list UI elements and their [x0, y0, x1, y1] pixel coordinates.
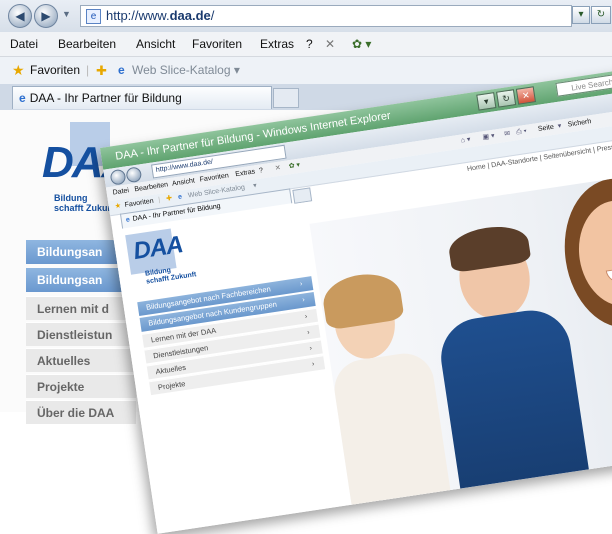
new-tab-button[interactable] — [273, 88, 299, 108]
history-dropdown-icon[interactable]: ▼ — [62, 9, 71, 19]
favorites-bar: ★ Favoriten | ✚ e Web Slice-Katalog ▾ — [0, 57, 612, 85]
fg-webslice-page-icon: e — [177, 193, 183, 201]
forward-button[interactable]: ▶ — [34, 4, 58, 28]
foreground-browser-window: DAA - Ihr Partner für Bildung - Windows … — [100, 65, 612, 534]
add-favorite-icon[interactable]: ✚ — [96, 57, 107, 84]
nav-ueber[interactable]: Über die DAA — [26, 400, 136, 424]
webslice-label: Web Slice-Katalog — [132, 63, 231, 77]
chevron-right-icon: › — [299, 280, 303, 288]
url-suffix: / — [210, 8, 215, 23]
fg-daa-logo[interactable]: DAA — [132, 231, 185, 266]
menu-favoriten[interactable]: Favoriten — [192, 32, 242, 56]
ie-icon: e — [19, 91, 26, 105]
back-button[interactable]: ◀ — [8, 4, 32, 28]
menu-datei[interactable]: Datei — [10, 32, 38, 56]
chevron-right-icon: › — [309, 344, 313, 353]
menu-ansicht[interactable]: Ansicht — [136, 32, 175, 56]
menu-bearbeiten[interactable]: Bearbeiten — [58, 32, 116, 56]
fg-forward-button[interactable] — [125, 166, 143, 184]
page-icon: e — [86, 9, 101, 24]
nav-dienstleistungen[interactable]: Dienstleistun — [26, 322, 136, 346]
nav-lernen[interactable]: Lernen mit d — [26, 296, 136, 320]
url-host: daa.de — [169, 8, 211, 23]
hero-photo — [309, 170, 612, 505]
star-icon: ★ — [12, 62, 25, 78]
menu-help[interactable]: ? — [306, 32, 313, 56]
browser-tab[interactable]: e DAA - Ihr Partner für Bildung — [12, 86, 272, 109]
fg-page-menu-arrow-icon[interactable]: ▾ — [557, 120, 563, 134]
refresh-button[interactable]: ↻ — [591, 6, 611, 24]
chevron-right-icon: › — [306, 329, 311, 337]
fg-add-favorite-icon[interactable]: ✚ — [165, 192, 173, 207]
fg-star-icon: ★ — [114, 202, 122, 211]
chevron-right-icon: › — [304, 313, 308, 321]
separator: | — [86, 63, 90, 77]
back-arrow-icon: ◀ — [15, 9, 25, 23]
fg-menu-help[interactable]: ? — [258, 164, 264, 178]
tab-title: DAA - Ihr Partner für Bildung — [29, 91, 182, 105]
webslice-link[interactable]: Web Slice-Katalog ▾ — [132, 57, 240, 84]
chevron-right-icon: › — [311, 360, 315, 369]
fg-stop-button[interactable]: ✕ — [515, 86, 536, 105]
nav-aktuelles[interactable]: Aktuelles — [26, 348, 136, 372]
fg-mail-icon[interactable]: ✉ — [503, 127, 511, 142]
fg-nav-label: Projekte — [157, 379, 186, 393]
fg-separator: | — [157, 196, 161, 204]
nav-projekte[interactable]: Projekte — [26, 374, 136, 398]
favorites-button[interactable]: Favoriten — [30, 57, 80, 84]
fg-compat-button[interactable]: ▾ — [476, 92, 497, 111]
compatibility-button[interactable]: ▾ — [572, 6, 590, 24]
webslice-page-icon: e — [118, 63, 125, 77]
fg-webslice-arrow-icon[interactable]: ▾ — [252, 179, 258, 193]
address-bar: ◀ ▶ ▼ e http://www.daa.de/ ▾ ↻ — [0, 0, 612, 33]
refresh-icon: ↻ — [596, 9, 606, 20]
chevron-right-icon: › — [301, 296, 306, 304]
fg-nav-label: Aktuelles — [155, 362, 187, 377]
fg-ie-icon: e — [125, 216, 131, 224]
fg-back-button[interactable] — [109, 168, 127, 186]
address-input[interactable]: e http://www.daa.de/ — [80, 5, 572, 27]
menu-bar: Datei Bearbeiten Ansicht Favoriten Extra… — [0, 32, 612, 57]
forward-arrow-icon: ▶ — [41, 9, 51, 23]
menu-extras[interactable]: Extras — [260, 32, 294, 56]
url-prefix: http://www. — [106, 8, 170, 23]
close-icon[interactable]: ✕ — [325, 32, 335, 56]
fg-refresh-button[interactable]: ↻ — [496, 89, 517, 108]
person-man-shirt — [435, 305, 590, 493]
person-left-clothes — [330, 349, 452, 505]
addons-icon[interactable]: ✿ ▾ — [352, 32, 371, 56]
fg-close-icon[interactable]: ✕ — [274, 162, 282, 177]
